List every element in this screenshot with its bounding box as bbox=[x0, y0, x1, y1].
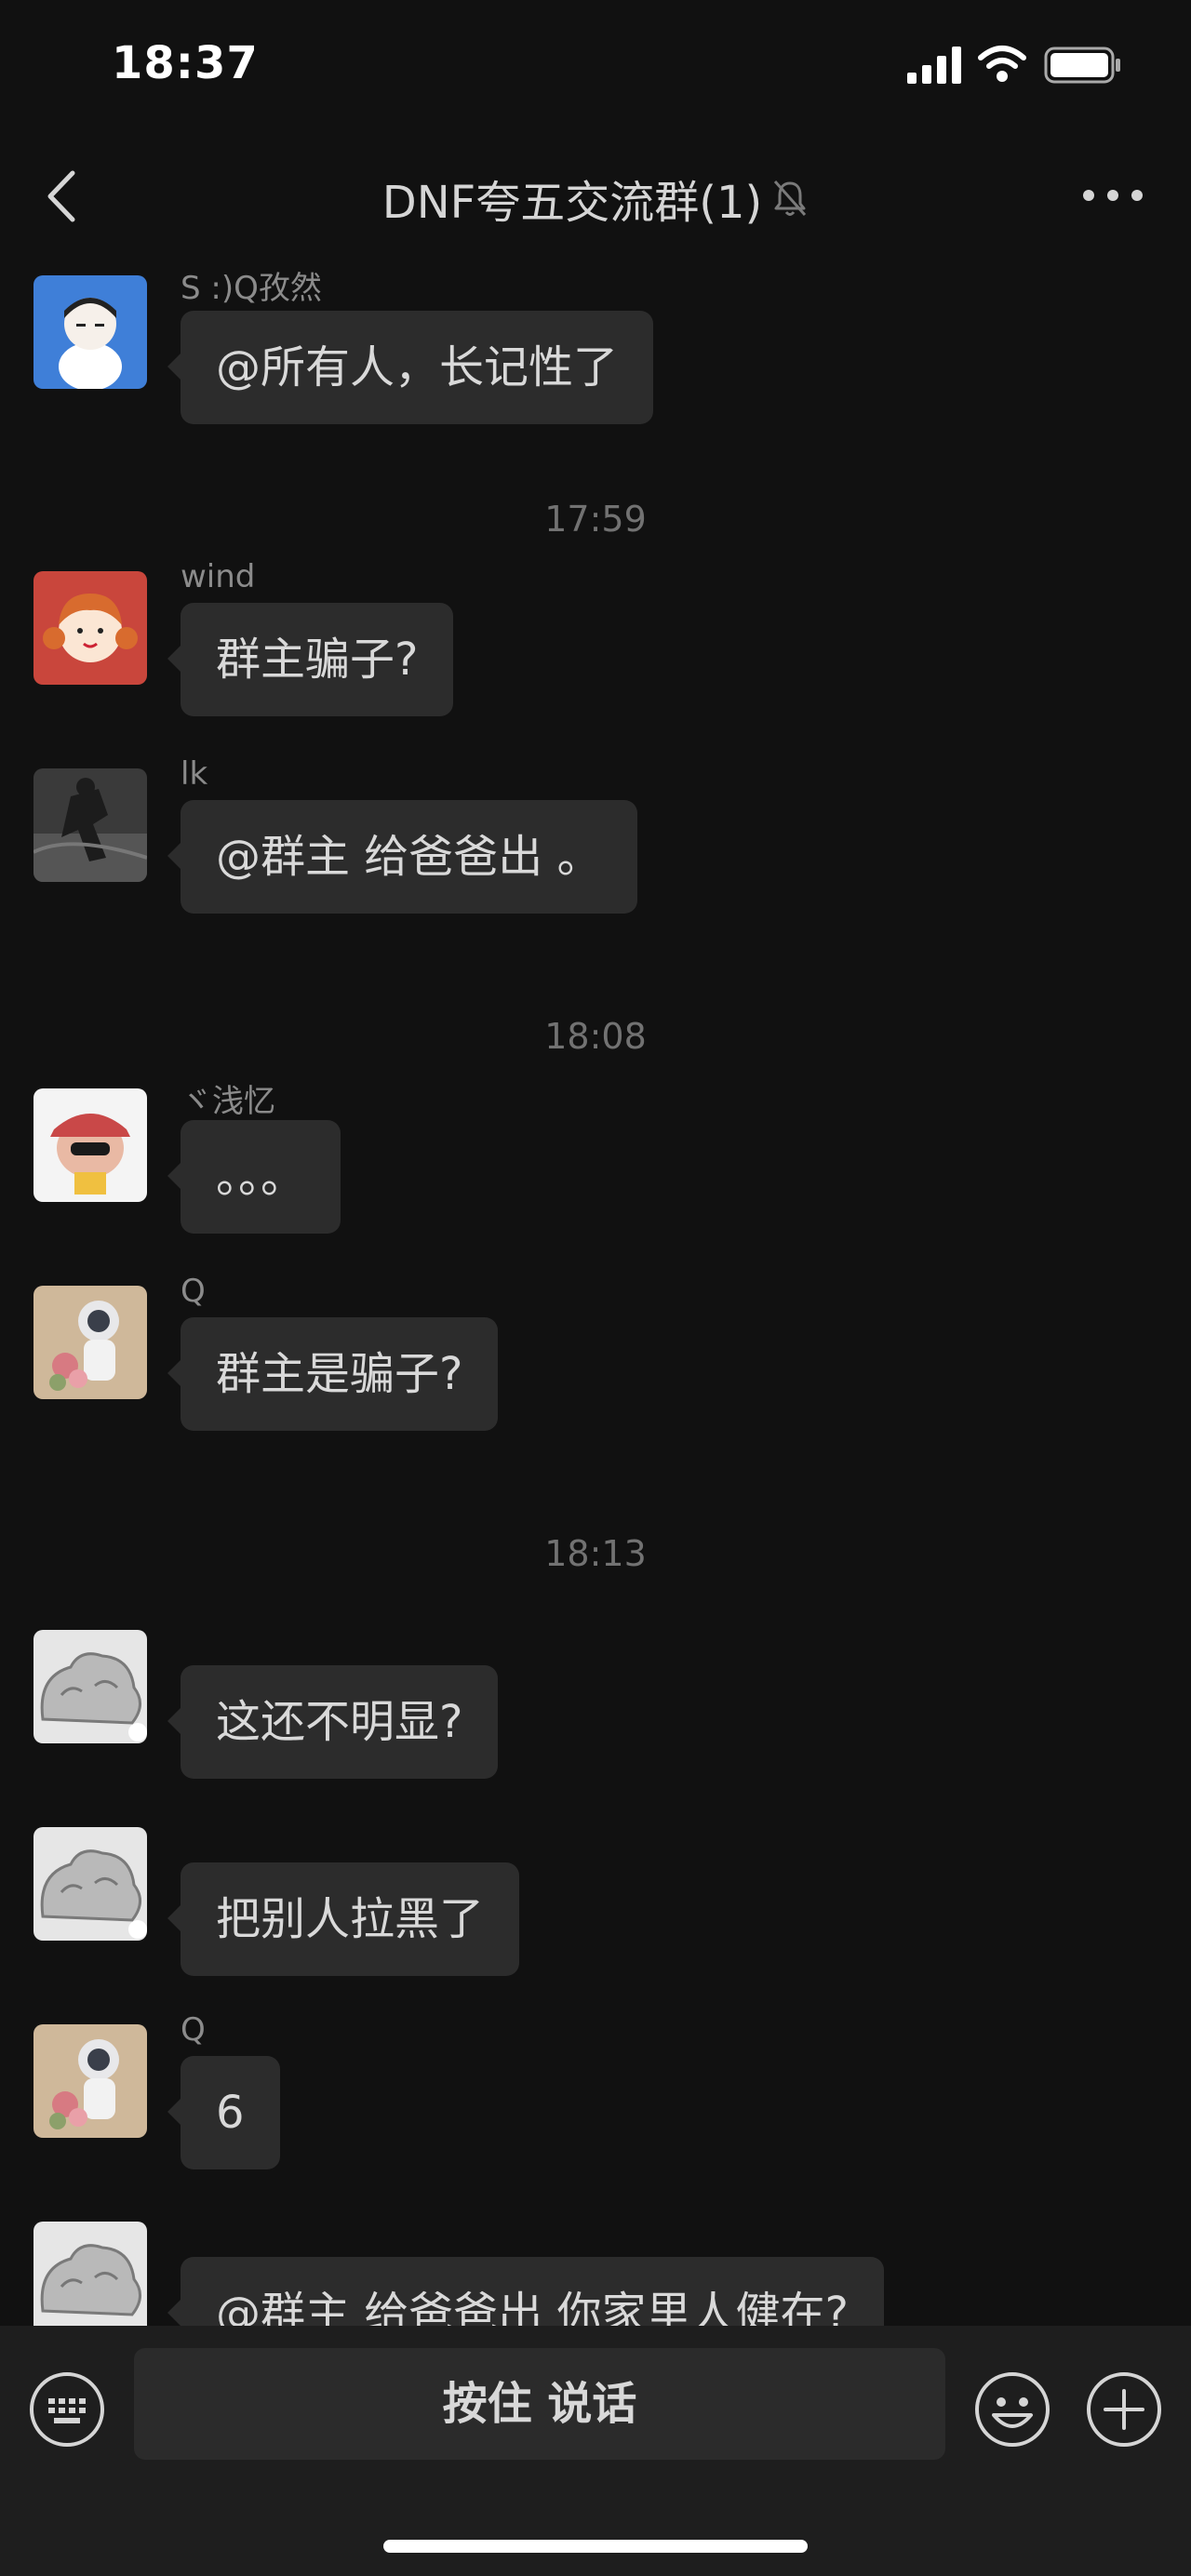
nav-bar: DNF夸五交流群(1) bbox=[0, 140, 1191, 251]
battery-icon bbox=[1044, 47, 1120, 84]
timestamp: 17:59 bbox=[544, 499, 647, 540]
avatar[interactable] bbox=[33, 2222, 147, 2326]
chat-title-container: DNF夸五交流群(1) bbox=[0, 166, 1191, 231]
avatar[interactable] bbox=[33, 1827, 147, 1941]
chat-title: DNF夸五交流群(1) bbox=[381, 177, 763, 229]
avatar[interactable] bbox=[33, 768, 147, 882]
sender-name: Q bbox=[181, 2011, 206, 2049]
sender-name: lk bbox=[181, 755, 208, 793]
keyboard-icon[interactable] bbox=[28, 2370, 106, 2449]
home-indicator[interactable] bbox=[383, 2540, 808, 2553]
mute-bell-icon bbox=[774, 180, 807, 216]
avatar[interactable] bbox=[33, 571, 147, 685]
input-bar: 按住 说话 bbox=[0, 2326, 1191, 2576]
status-time: 18:37 bbox=[112, 37, 259, 89]
sender-name: ヾ浅忆 bbox=[181, 1083, 275, 1120]
avatar[interactable] bbox=[33, 2024, 147, 2138]
wifi-icon bbox=[978, 46, 1026, 82]
message-bubble[interactable]: 6 bbox=[167, 2056, 280, 2169]
sender-name: wind bbox=[181, 558, 256, 595]
signal-icon bbox=[907, 47, 961, 84]
more-options-icon[interactable] bbox=[1079, 177, 1146, 214]
hold-to-talk-button[interactable]: 按住 说话 bbox=[134, 2348, 945, 2460]
avatar[interactable] bbox=[33, 1286, 147, 1399]
message-bubble[interactable]: @群主 给爸爸出 你家里人健在? bbox=[167, 2257, 884, 2326]
avatar[interactable] bbox=[33, 275, 147, 389]
avatar[interactable] bbox=[33, 1088, 147, 1202]
timestamp: 18:08 bbox=[544, 1016, 647, 1057]
sender-name: S :)Q孜然 bbox=[181, 270, 322, 307]
message-bubble[interactable]: 群主骗子? bbox=[167, 603, 454, 716]
message-bubble[interactable]: 。。。 bbox=[167, 1120, 341, 1234]
emoji-icon[interactable] bbox=[973, 2370, 1051, 2449]
chat-message-list[interactable]: S :)Q孜然 @所有人，长记性了 17:59 wind 群主骗子? lk @群… bbox=[0, 251, 1191, 2326]
plus-icon[interactable] bbox=[1085, 2370, 1163, 2449]
status-bar: 18:37 bbox=[0, 0, 1191, 140]
message-bubble[interactable]: 这还不明显? bbox=[167, 1665, 499, 1779]
timestamp: 18:13 bbox=[544, 1533, 647, 1574]
message-bubble[interactable]: @所有人，长记性了 bbox=[167, 311, 654, 424]
message-bubble[interactable]: 群主是骗子? bbox=[167, 1317, 499, 1431]
avatar[interactable] bbox=[33, 1630, 147, 1743]
message-bubble[interactable]: @群主 给爸爸出 。 bbox=[167, 800, 637, 914]
message-bubble[interactable]: 把别人拉黑了 bbox=[167, 1862, 520, 1976]
sender-name: Q bbox=[181, 1273, 206, 1310]
